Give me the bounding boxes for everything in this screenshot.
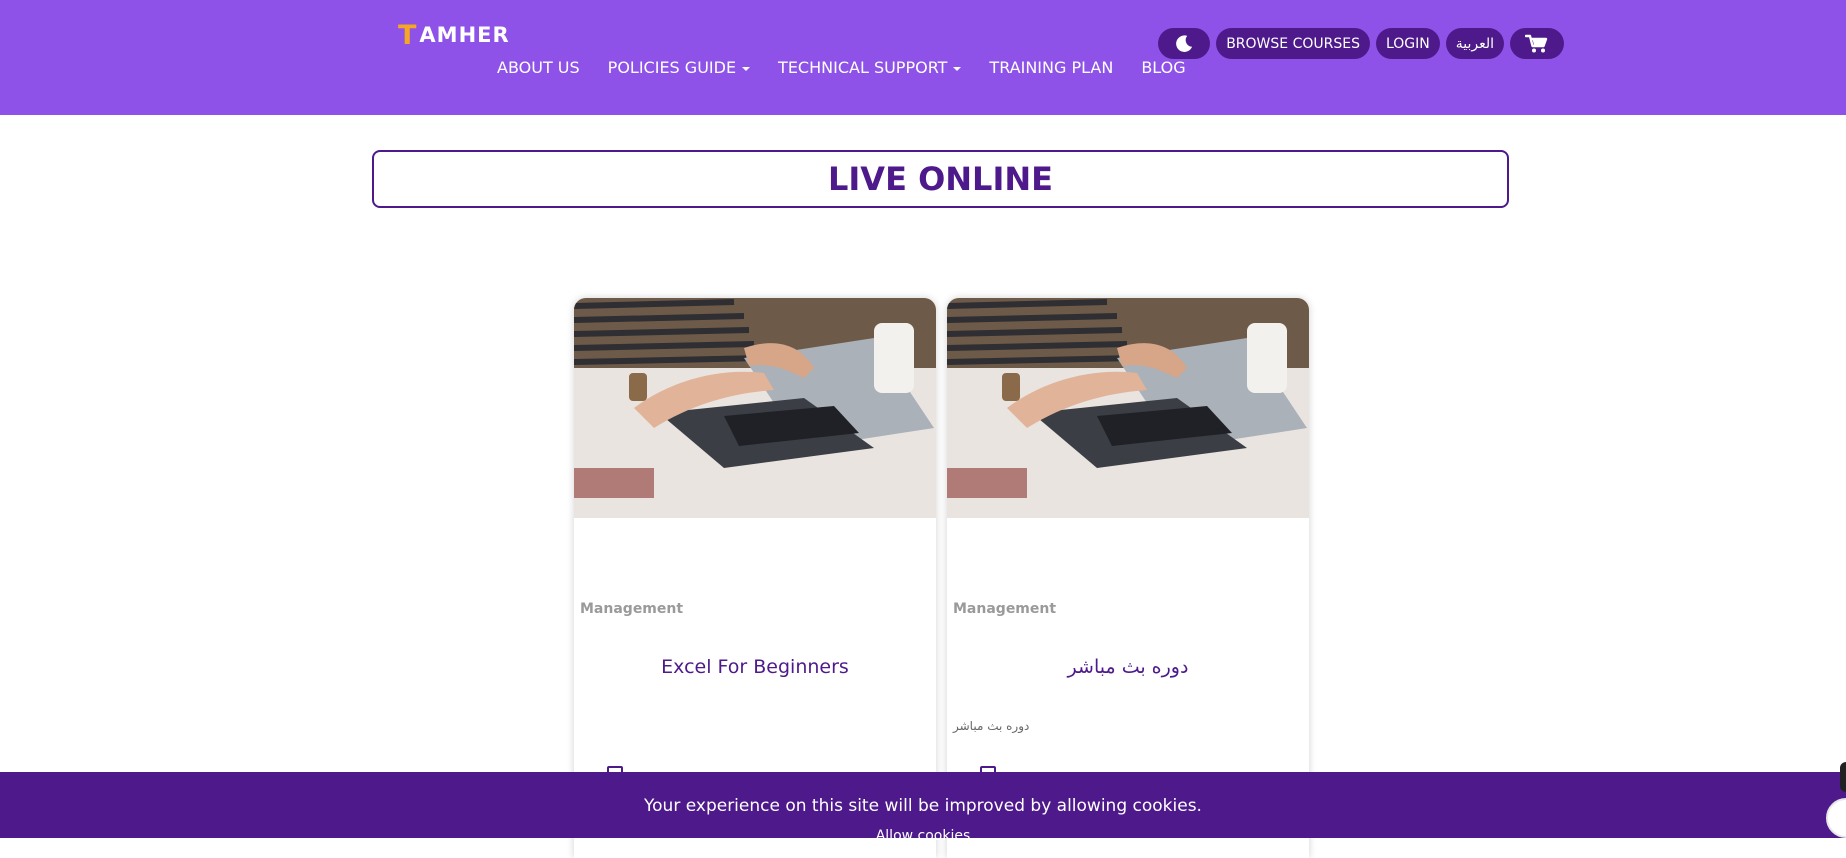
logo-text: AMHER <box>419 23 510 47</box>
cookie-banner: Your experience on this site will be imp… <box>0 772 1846 844</box>
cart-button[interactable] <box>1510 28 1564 59</box>
main-nav: ABOUT US POLICIES GUIDE TECHNICAL SUPPOR… <box>497 58 1214 77</box>
nav-policies-guide-label: POLICIES GUIDE <box>607 58 737 77</box>
caret-down-icon <box>742 66 751 71</box>
site-logo[interactable]: T AMHER <box>398 19 510 51</box>
allow-cookies-button[interactable]: Allow cookies <box>0 828 1846 844</box>
site-header: T AMHER ABOUT US POLICIES GUIDE TECHNICA… <box>0 0 1846 115</box>
nav-about-us-label: ABOUT US <box>497 58 580 77</box>
nav-blog[interactable]: BLOG <box>1141 58 1185 77</box>
nav-about-us[interactable]: ABOUT US <box>497 58 580 77</box>
logo-letter: T <box>398 19 418 51</box>
cookie-message: Your experience on this site will be imp… <box>644 796 1202 816</box>
course-description: دوره بث مباشر <box>953 719 1030 733</box>
nav-policies-guide[interactable]: POLICIES GUIDE <box>607 58 751 77</box>
language-switch-button[interactable]: العربية <box>1445 28 1504 59</box>
course-category: Management <box>580 601 684 617</box>
moon-icon <box>1176 34 1193 52</box>
nav-technical-support[interactable]: TECHNICAL SUPPORT <box>778 58 962 77</box>
course-title[interactable]: Excel For Beginners <box>574 656 936 678</box>
course-title[interactable]: دوره بث مباشر <box>947 656 1309 678</box>
nav-technical-support-label: TECHNICAL SUPPORT <box>778 58 948 77</box>
nav-blog-label: BLOG <box>1141 58 1186 77</box>
dark-mode-toggle[interactable] <box>1158 28 1211 59</box>
header-actions: BROWSE COURSES LOGIN العربية <box>1158 28 1564 59</box>
cart-icon <box>1525 34 1548 52</box>
nav-training-plan[interactable]: TRAINING PLAN <box>989 58 1113 77</box>
page-title: LIVE ONLINE <box>372 150 1509 208</box>
login-button[interactable]: LOGIN <box>1375 28 1440 59</box>
course-category: Management <box>953 601 1057 617</box>
caret-down-icon <box>953 66 962 71</box>
course-image <box>947 298 1309 518</box>
browse-courses-button[interactable]: BROWSE COURSES <box>1216 28 1370 59</box>
course-image <box>574 298 936 518</box>
nav-training-plan-label: TRAINING PLAN <box>989 58 1114 77</box>
side-tab[interactable] <box>1840 762 1846 792</box>
